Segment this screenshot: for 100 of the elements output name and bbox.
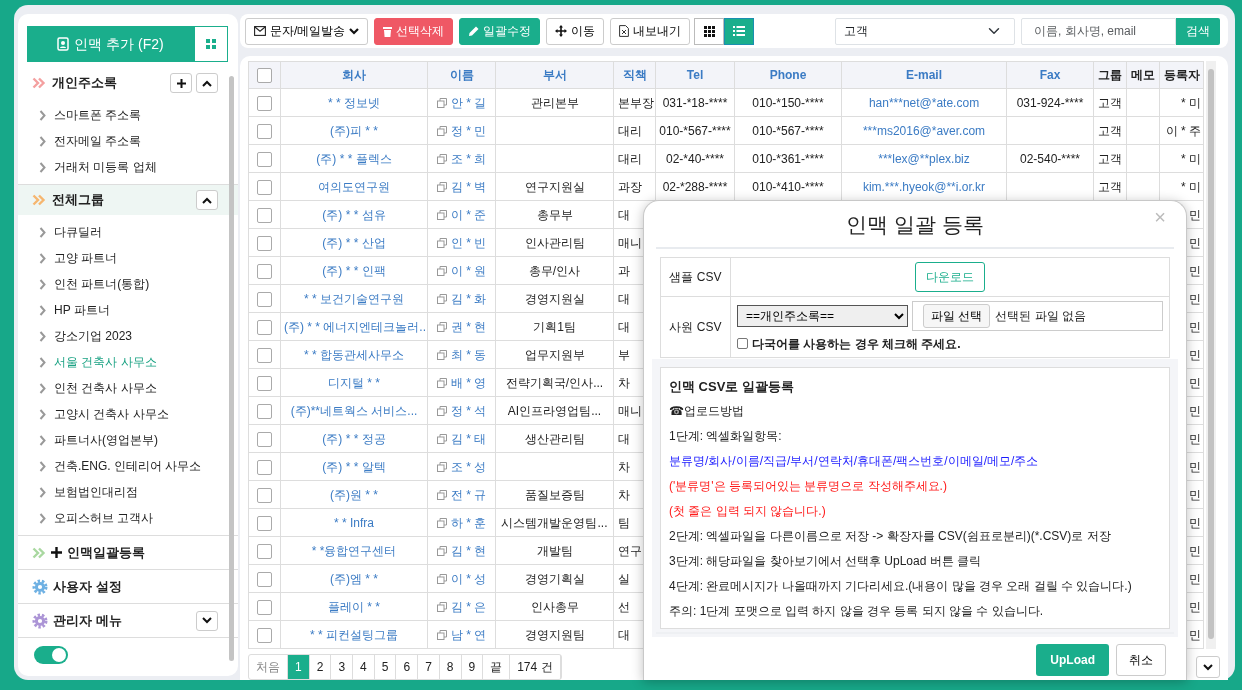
sidebar-item[interactable]: 고양 파트너 <box>54 249 118 267</box>
gear-icon <box>32 612 48 629</box>
bulk-edit-button[interactable]: 일괄수정 <box>459 17 541 45</box>
sidebar-link[interactable]: 사용자 설정 <box>53 576 122 597</box>
instruction-text: 분류명/회사/이름/직급/부서/연락처/휴대폰/팩스번호/이메일/메모/주소 <box>669 452 1040 470</box>
checkbox[interactable] <box>737 338 748 349</box>
company-link[interactable]: (주)원 * * <box>330 487 378 502</box>
sidebar-item[interactable]: 건축.ENG. 인테리어 사무소 <box>54 457 202 475</box>
column-header[interactable]: 직책 <box>613 61 656 89</box>
row-checkbox[interactable] <box>257 151 272 167</box>
upload-button[interactable]: UpLoad <box>1036 644 1109 676</box>
row-checkbox[interactable] <box>257 123 272 139</box>
sidebar-item[interactable]: 고양시 건축사 사무소 <box>54 405 169 423</box>
table-cell: 총무/인사 <box>528 263 581 278</box>
column-header[interactable]: 부서 <box>495 61 614 89</box>
row-checkbox[interactable] <box>257 95 272 111</box>
sidebar-item[interactable]: 다큐딜러 <box>54 223 102 241</box>
list-view-button[interactable] <box>724 17 755 45</box>
row-checkbox[interactable] <box>257 599 272 615</box>
file-field[interactable]: 파일 선택 선택된 파일 없음 <box>912 300 1163 331</box>
chevron-right-icon <box>39 356 46 368</box>
sidebar-item[interactable]: 강소기업 2023 <box>54 327 133 345</box>
page-link[interactable]: 2 <box>309 655 332 679</box>
row-checkbox[interactable] <box>257 515 272 531</box>
company-link[interactable]: (주)엠 * * <box>330 571 378 586</box>
row-checkbox[interactable] <box>257 235 272 251</box>
company-link[interactable]: * * 정보넷 <box>328 95 380 110</box>
add-button[interactable] <box>170 73 192 93</box>
export-button[interactable]: 내보내기 <box>610 17 691 45</box>
column-header[interactable]: Fax <box>1006 61 1094 89</box>
sidebar-item[interactable]: 인천 건축사 사무소 <box>54 379 157 397</box>
page-link[interactable]: 8 <box>439 655 462 679</box>
row-checkbox[interactable] <box>257 291 272 307</box>
add-contact-button[interactable]: 인맥 추가 (F2) <box>27 26 194 62</box>
toggle-switch[interactable] <box>34 646 68 664</box>
sidebar-item[interactable]: 서울 건축사 사무소 <box>54 353 157 371</box>
sidebar-link[interactable]: 인맥일괄등록 <box>67 542 145 563</box>
company-link[interactable]: (주)피 * * <box>330 123 378 138</box>
page-link[interactable]: 9 <box>461 655 484 679</box>
page-link[interactable]: 5 <box>374 655 397 679</box>
company-link[interactable]: 디지털 * * <box>328 375 380 390</box>
row-checkbox[interactable] <box>257 179 272 195</box>
column-header[interactable]: Tel <box>655 61 735 89</box>
scrollbar[interactable] <box>229 76 234 661</box>
page-link[interactable]: 6 <box>396 655 419 679</box>
row-checkbox[interactable] <box>257 403 272 419</box>
section-title[interactable]: 개인주소록 <box>52 73 117 93</box>
row-checkbox[interactable] <box>257 347 272 363</box>
column-header[interactable]: 이름 <box>427 61 496 89</box>
select-all-checkbox[interactable] <box>257 68 272 84</box>
grid-button[interactable] <box>194 26 228 62</box>
section-header[interactable]: 전체그룹 <box>18 185 238 215</box>
search-button[interactable]: 검색 <box>1176 17 1220 45</box>
scroll-down-button[interactable] <box>1196 656 1220 678</box>
page-link[interactable]: 7 <box>418 655 440 679</box>
collapse-button[interactable] <box>196 190 218 210</box>
cancel-button[interactable]: 취소 <box>1116 644 1166 676</box>
row-checkbox[interactable] <box>257 263 272 279</box>
sidebar-item[interactable]: HP 파트너 <box>54 301 110 319</box>
page-link[interactable]: 1 <box>288 655 310 679</box>
sidebar-item[interactable]: 스마트폰 주소록 <box>54 106 142 124</box>
row-checkbox[interactable] <box>257 543 272 559</box>
send-dropdown[interactable]: 문자/메일발송 <box>245 17 369 45</box>
column-header[interactable]: 회사 <box>280 61 428 89</box>
row-checkbox[interactable] <box>257 207 272 223</box>
sidebar-item[interactable]: 오피스허브 고객사 <box>54 509 154 527</box>
sidebar-item[interactable]: 인천 파트너(통합) <box>54 275 150 293</box>
move-button[interactable]: 이동 <box>546 17 605 45</box>
sidebar-item[interactable]: 전자메일 주소록 <box>54 132 142 150</box>
column-header[interactable]: Phone <box>734 61 842 89</box>
table-cell: 대 <box>618 431 630 446</box>
row-checkbox[interactable] <box>257 627 272 643</box>
grid-view-button[interactable] <box>694 17 725 45</box>
sidebar-item[interactable]: 거래처 미등록 업체 <box>54 158 157 176</box>
column-header[interactable]: E-mail <box>841 61 1007 89</box>
delete-button[interactable]: 선택삭제 <box>374 17 454 45</box>
sidebar-item[interactable]: 파트너사(영업본부) <box>54 431 158 449</box>
page-link[interactable]: 4 <box>353 655 375 679</box>
section-title[interactable]: 전체그룹 <box>52 190 104 210</box>
row-checkbox[interactable] <box>257 375 272 391</box>
download-button[interactable]: 다운로드 <box>915 261 985 292</box>
row-checkbox[interactable] <box>257 431 272 447</box>
choose-file-button[interactable]: 파일 선택 <box>923 303 991 328</box>
row-checkbox[interactable] <box>257 571 272 587</box>
scrollbar[interactable] <box>1208 69 1214 639</box>
page-link[interactable]: 3 <box>331 655 354 679</box>
collapse-button[interactable] <box>196 73 218 93</box>
company-link[interactable]: * * Infra <box>334 515 374 530</box>
company-link[interactable]: 플레이 * * <box>328 599 380 614</box>
row-checkbox[interactable] <box>257 319 272 335</box>
sidebar-link[interactable]: 관리자 메뉴 <box>53 610 122 631</box>
page-link[interactable]: 끝 <box>483 655 511 679</box>
row-checkbox[interactable] <box>257 487 272 503</box>
group-select[interactable]: 고객 <box>835 17 1015 45</box>
group-select[interactable]: ==개인주소록== <box>737 304 908 327</box>
search-field[interactable]: 이름, 회사명, email <box>1021 17 1176 45</box>
expand-button[interactable] <box>196 610 218 631</box>
sidebar-item[interactable]: 보험법인대리점 <box>54 483 138 501</box>
row-checkbox[interactable] <box>257 459 272 475</box>
table-cell: 경영기획실 <box>524 571 585 586</box>
